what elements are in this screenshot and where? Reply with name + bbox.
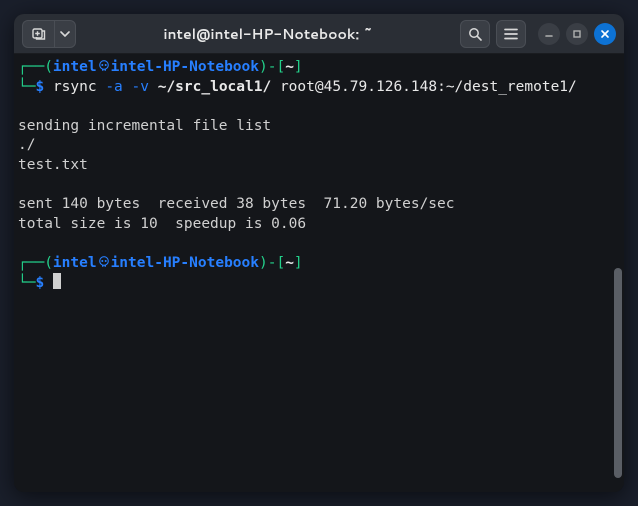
chevron-down-icon [60,31,70,37]
prompt2-host: intel-HP-Notebook [111,255,259,271]
maximize-icon [572,29,582,39]
output-l4: sent 140 bytes received 38 bytes 71.20 b… [18,196,455,212]
minimize-icon [544,29,554,39]
cmd-src: ~/src_local1/ [158,79,272,95]
search-button[interactable] [460,20,490,48]
prompt2-line-2: └─ [18,275,35,291]
hamburger-icon [504,28,518,40]
close-button[interactable] [594,23,616,45]
terminal-window: intel@intel-HP-Notebook: ~ [14,14,624,492]
window-controls [538,23,616,45]
prompt2-user: intel [53,255,97,271]
titlebar-left-group [22,20,76,48]
search-icon [468,27,482,41]
skull-icon-2 [97,255,111,269]
scrollbar-thumb[interactable] [614,268,622,478]
prompt2-sep: )-[ [259,255,285,271]
menu-button[interactable] [496,20,526,48]
prompt-line-2: └─ [18,79,35,95]
titlebar: intel@intel-HP-Notebook: ~ [14,14,624,54]
prompt2-line-1: ┌──( [18,255,53,271]
prompt-line-1: ┌──( [18,59,53,75]
close-icon [600,29,610,39]
prompt2-symbol: $ [35,275,44,291]
prompt2-cwd: ~ [285,255,294,271]
new-tab-button[interactable] [22,20,54,48]
prompt-cwd: ~ [285,59,294,75]
output-l3: test.txt [18,157,88,173]
cmd-dest: root@45.79.126.148:~/dest_remote1/ [280,79,577,95]
maximize-button[interactable] [566,23,588,45]
terminal-content: ┌──(intelintel-HP-Notebook)-[~] └─$ rsyn… [18,58,614,488]
terminal-cursor [53,273,61,289]
prompt2-close: ] [294,255,303,271]
terminal-area[interactable]: ┌──(intelintel-HP-Notebook)-[~] └─$ rsyn… [14,54,624,492]
cmd-program: rsync [53,79,97,95]
output-l2: ./ [18,137,35,153]
prompt-close: ] [294,59,303,75]
output-l1: sending incremental file list [18,118,271,134]
prompt-user: intel [53,59,97,75]
prompt-sep: )-[ [259,59,285,75]
output-l5: total size is 10 speedup is 0.06 [18,216,306,232]
window-title: intel@intel-HP-Notebook: ~ [84,24,452,44]
prompt-symbol: $ [35,79,44,95]
scrollbar[interactable] [614,58,624,488]
minimize-button[interactable] [538,23,560,45]
titlebar-right-group [460,20,616,48]
skull-icon [97,59,111,73]
new-tab-icon [32,27,46,41]
cmd-flags: -a -v [105,79,149,95]
new-tab-dropdown-button[interactable] [54,20,76,48]
prompt-host: intel-HP-Notebook [111,59,259,75]
